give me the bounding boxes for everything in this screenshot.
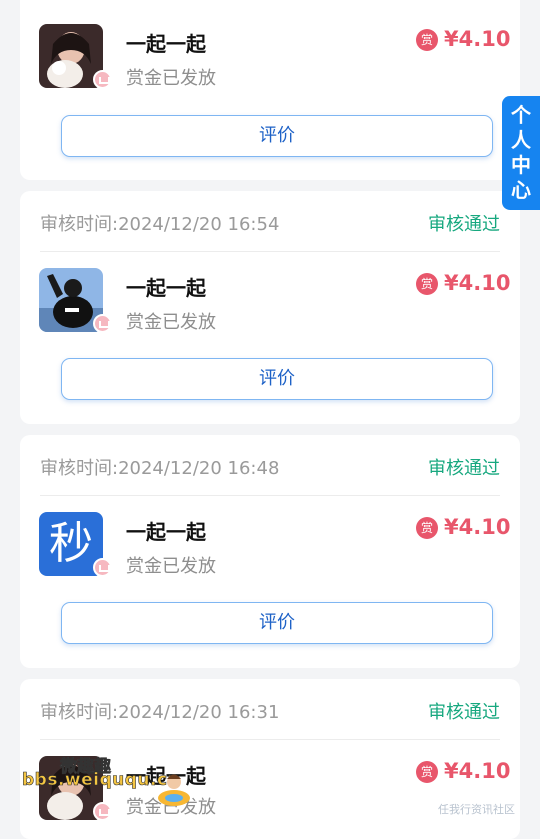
- vip-badge-icon: [93, 558, 112, 577]
- watermark-corner-text: 任我行资讯社区: [438, 803, 515, 816]
- rate-button[interactable]: 评价: [61, 358, 493, 400]
- task-status-text: 赏金已发放: [126, 312, 216, 333]
- status-badge: 审核通过: [428, 458, 500, 479]
- vip-badge-icon: [93, 70, 112, 89]
- review-time: 审核时间:2024/12/20 16:54: [40, 214, 280, 235]
- task-status-text: 赏金已发放: [126, 68, 216, 89]
- status-badge: 审核通过: [428, 702, 500, 723]
- reward-amount: ¥4.10: [444, 27, 511, 51]
- task-title: 一起一起: [126, 32, 206, 56]
- avatar-char: 秒: [49, 518, 93, 569]
- reward-icon: 赏: [416, 761, 438, 783]
- reward-icon: 赏: [416, 517, 438, 539]
- task-title: 一起一起: [126, 276, 206, 300]
- task-card: 一起一起 赏金已发放 赏 ¥4.10 评价: [20, 0, 520, 180]
- side-tab-char: 个: [511, 103, 531, 127]
- status-badge: 审核通过: [428, 214, 500, 235]
- review-time: 审核时间:2024/12/20 16:31: [40, 702, 280, 723]
- reward-amount: ¥4.10: [444, 515, 511, 539]
- side-tab-char: 心: [511, 178, 531, 202]
- rate-button[interactable]: 评价: [61, 115, 493, 157]
- reward-icon: 赏: [416, 29, 438, 51]
- task-card: 审核时间:2024/12/20 16:54 审核通过 一起一起 赏金已发放 赏 …: [20, 191, 520, 424]
- side-tab-char: 人: [511, 128, 531, 152]
- mascot-icon: [158, 774, 190, 806]
- card-header: 审核时间:2024/12/20 16:48 审核通过: [40, 435, 500, 496]
- card-header: 审核时间:2024/12/20 16:31 审核通过: [40, 679, 500, 740]
- review-time: 审核时间:2024/12/20 16:48: [40, 458, 280, 479]
- task-card: 审核时间:2024/12/20 16:48 审核通过 秒 一起一起 赏金已发放 …: [20, 435, 520, 668]
- vip-badge-icon: [93, 802, 112, 821]
- reward-icon: 赏: [416, 273, 438, 295]
- rate-button[interactable]: 评价: [61, 602, 493, 644]
- task-status-text: 赏金已发放: [126, 556, 216, 577]
- reward-amount: ¥4.10: [444, 271, 511, 295]
- reward-amount: ¥4.10: [444, 759, 511, 783]
- personal-center-tab[interactable]: 个 人 中 心: [502, 96, 540, 210]
- vip-badge-icon: [93, 314, 112, 333]
- side-tab-char: 中: [511, 153, 531, 177]
- card-header: 审核时间:2024/12/20 16:54 审核通过: [40, 191, 500, 252]
- task-title: 一起一起: [126, 520, 206, 544]
